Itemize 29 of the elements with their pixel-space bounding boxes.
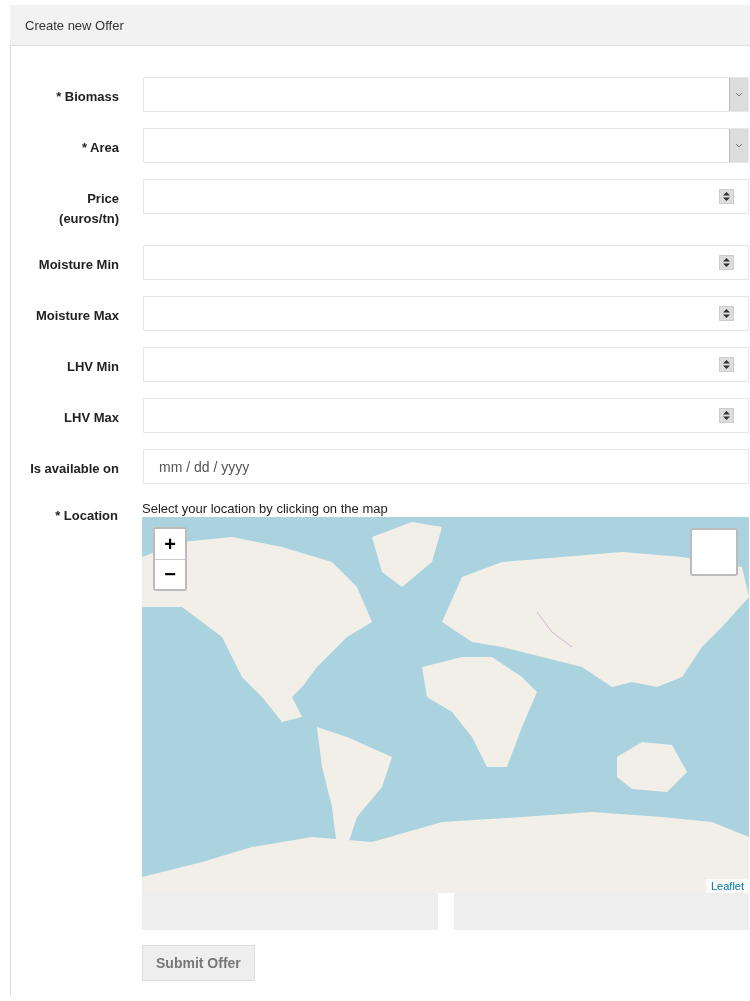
chevron-down-icon [735, 92, 743, 97]
field-label: Moisture Max [34, 307, 120, 325]
field-label: LHV Min [66, 358, 120, 376]
spinner-icon[interactable] [719, 408, 734, 423]
number-field[interactable] [143, 296, 749, 331]
map-control-box[interactable] [690, 528, 738, 576]
number-field[interactable] [143, 347, 749, 382]
spinner-icon[interactable] [719, 189, 734, 204]
select-field[interactable] [143, 77, 749, 112]
page-header: Create new Offer [10, 5, 750, 46]
number-field[interactable] [143, 245, 749, 280]
field-label: Moisture Min [37, 256, 120, 274]
field-label: Price (euros/tn) [58, 190, 120, 228]
field-label: * Area [80, 139, 120, 157]
select-field[interactable] [143, 128, 749, 163]
number-field[interactable] [143, 179, 749, 214]
zoom-out-button[interactable]: − [155, 559, 185, 589]
chevron-down-icon [735, 143, 743, 148]
field-label: Is available on [29, 460, 120, 478]
map-hint: Select your location by clicking on the map [142, 500, 389, 517]
spinner-icon[interactable] [719, 357, 734, 372]
number-field[interactable] [143, 398, 749, 433]
field-label: LHV Max [63, 409, 120, 427]
date-field[interactable]: mm / dd / yyyy [143, 449, 749, 484]
spinner-icon[interactable] [719, 255, 734, 270]
attribution-link[interactable]: Leaflet [705, 879, 749, 893]
spinner-icon[interactable] [719, 306, 734, 321]
field-label: * Location [54, 507, 119, 525]
field-label: * Biomass [55, 88, 120, 106]
